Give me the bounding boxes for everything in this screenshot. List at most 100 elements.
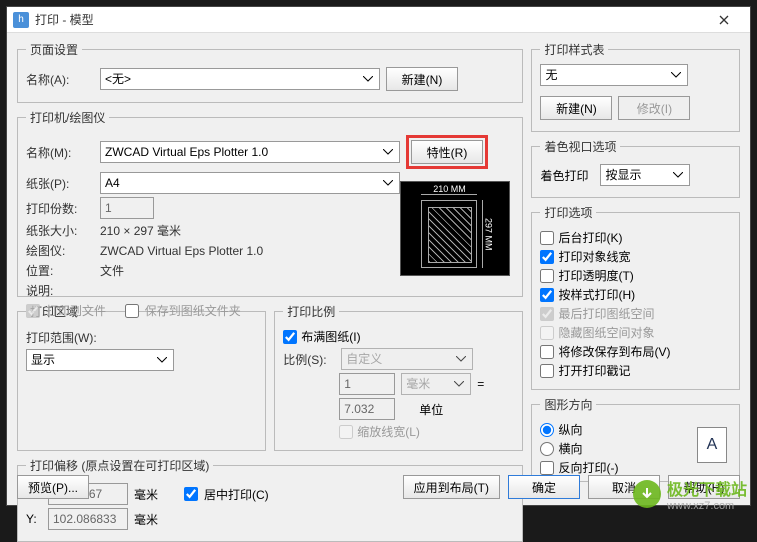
style-table-legend: 打印样式表: [540, 41, 608, 58]
opt-transparency-label: 打印透明度(T): [558, 267, 633, 284]
plotter-label: 绘图仪:: [26, 242, 94, 259]
apply-layout-button[interactable]: 应用到布局(T): [403, 475, 500, 499]
printer-name-label: 名称(M):: [26, 144, 94, 161]
watermark: 极光下载站 www.xz7.com: [633, 476, 747, 512]
page-new-button[interactable]: 新建(N): [386, 67, 458, 91]
y-label: Y:: [26, 512, 42, 526]
watermark-logo-icon: [633, 480, 661, 508]
style-table-select[interactable]: 无: [540, 64, 688, 86]
style-edit-button: 修改(I): [618, 96, 690, 120]
paper-label: 纸张(P):: [26, 175, 94, 192]
watermark-url: www.xz7.com: [667, 500, 747, 512]
paper-size-label: 纸张大小:: [26, 222, 94, 239]
copies-input[interactable]: [100, 197, 154, 219]
preview-button[interactable]: 预览(P)...: [17, 475, 89, 499]
orient-reverse-checkbox[interactable]: [540, 461, 554, 475]
print-area-group: 打印区域 打印范围(W): 显示: [17, 303, 266, 451]
orientation-legend: 图形方向: [540, 396, 596, 413]
orientation-group: 图形方向 纵向 横向 反向打印(-) A: [531, 396, 740, 482]
print-range-label: 打印范围(W):: [26, 329, 106, 346]
paper-select[interactable]: A4: [100, 172, 400, 194]
save-to-folder-label: 保存到图纸文件夹: [145, 302, 241, 319]
orient-portrait-radio[interactable]: [540, 423, 554, 437]
orient-reverse-label: 反向打印(-): [558, 459, 618, 476]
paper-preview: 210 MM 297 MM: [400, 181, 510, 276]
opt-bystyle-label: 按样式打印(H): [558, 286, 635, 303]
printer-properties-button[interactable]: 特性(R): [411, 140, 483, 164]
offset-group: 打印偏移 (原点设置在可打印区域) X: 毫米 居中打印(C) Y: 毫米: [17, 457, 523, 542]
unit-label: 单位: [419, 401, 443, 418]
scale-lw-checkbox: [339, 425, 353, 439]
window-title: 打印 - 模型: [35, 11, 704, 28]
watermark-brand: 极光下载站: [667, 482, 747, 499]
scale-select: 自定义: [341, 348, 473, 370]
scale-numerator: [339, 373, 395, 395]
opt-lastpaper-checkbox: [540, 307, 554, 321]
titlebar: h 打印 - 模型: [7, 7, 750, 33]
opt-bystyle-checkbox[interactable]: [540, 288, 554, 302]
scale-unit-select: 毫米: [401, 373, 471, 395]
opt-hidepaper-checkbox: [540, 326, 554, 340]
page-setup-group: 页面设置 名称(A): <无> 新建(N): [17, 41, 523, 103]
fit-to-paper-checkbox[interactable]: [283, 330, 297, 344]
desc-label: 说明:: [26, 282, 94, 299]
shaded-label: 着色打印: [540, 167, 594, 184]
location-value: 文件: [100, 262, 124, 279]
shaded-legend: 着色视口选项: [540, 138, 620, 155]
equals-label: =: [477, 377, 484, 391]
print-to-file-label: 打印到文件: [46, 302, 106, 319]
options-legend: 打印选项: [540, 204, 596, 221]
print-dialog: h 打印 - 模型 页面设置 名称(A): <无> 新建(N) 打印机/绘图仪: [6, 6, 751, 506]
page-name-label: 名称(A):: [26, 71, 94, 88]
print-range-select[interactable]: 显示: [26, 349, 174, 371]
print-to-file-checkbox: [26, 304, 40, 318]
opt-lastpaper-label: 最后打印图纸空间: [558, 305, 654, 322]
preview-printable-area: [428, 207, 472, 263]
fit-to-paper-label: 布满图纸(I): [301, 328, 360, 345]
ratio-label: 比例(S):: [283, 351, 335, 368]
orient-landscape-label: 横向: [558, 440, 582, 457]
page-setup-legend: 页面设置: [26, 41, 82, 58]
opt-savelayout-label: 将修改保存到布局(V): [558, 343, 670, 360]
properties-highlight: 特性(R): [406, 135, 488, 169]
offset-y-input: [48, 508, 128, 530]
preview-paper-outline: [421, 200, 477, 268]
printer-group: 打印机/绘图仪 名称(M): ZWCAD Virtual Eps Plotter…: [17, 109, 523, 297]
orientation-preview-icon: A: [697, 427, 727, 463]
scale-group: 打印比例 布满图纸(I) 比例(S): 自定义 毫米: [274, 303, 523, 451]
opt-transparency-checkbox[interactable]: [540, 269, 554, 283]
preview-height-label: 297 MM: [482, 200, 493, 268]
opt-background-label: 后台打印(K): [558, 229, 622, 246]
paper-size-value: 210 × 297 毫米: [100, 222, 181, 239]
footer: 预览(P)... 应用到布局(T) 确定 取消 帮助(H): [17, 475, 740, 499]
orient-portrait-label: 纵向: [558, 421, 582, 438]
style-new-button[interactable]: 新建(N): [540, 96, 612, 120]
opt-stamp-label: 打开打印戳记: [558, 362, 630, 379]
close-button[interactable]: [704, 7, 744, 33]
scale-denominator: [339, 398, 395, 420]
printer-name-select[interactable]: ZWCAD Virtual Eps Plotter 1.0: [100, 141, 400, 163]
opt-background-checkbox[interactable]: [540, 231, 554, 245]
preview-width-label: 210 MM: [421, 184, 477, 195]
orient-landscape-radio[interactable]: [540, 442, 554, 456]
shaded-viewport-group: 着色视口选项 着色打印 按显示: [531, 138, 740, 198]
opt-savelayout-checkbox[interactable]: [540, 345, 554, 359]
page-name-select[interactable]: <无>: [100, 68, 380, 90]
ok-button[interactable]: 确定: [508, 475, 580, 499]
opt-stamp-checkbox[interactable]: [540, 364, 554, 378]
offset-legend: 打印偏移 (原点设置在可打印区域): [26, 457, 213, 474]
app-icon: h: [13, 12, 29, 28]
plotter-value: ZWCAD Virtual Eps Plotter 1.0: [100, 244, 263, 258]
location-label: 位置:: [26, 262, 94, 279]
opt-objectlw-label: 打印对象线宽: [558, 248, 630, 265]
print-options-group: 打印选项 后台打印(K) 打印对象线宽 打印透明度(T) 按样式打印(H) 最后…: [531, 204, 740, 390]
save-to-folder-checkbox[interactable]: [125, 304, 139, 318]
shaded-select[interactable]: 按显示: [600, 164, 690, 186]
scale-lw-label: 缩放线宽(L): [357, 423, 420, 440]
style-table-group: 打印样式表 无 新建(N) 修改(I): [531, 41, 740, 132]
copies-label: 打印份数:: [26, 200, 94, 217]
printer-legend: 打印机/绘图仪: [26, 109, 109, 126]
offset-y-unit: 毫米: [134, 511, 158, 528]
opt-objectlw-checkbox[interactable]: [540, 250, 554, 264]
opt-hidepaper-label: 隐藏图纸空间对象: [558, 324, 654, 341]
